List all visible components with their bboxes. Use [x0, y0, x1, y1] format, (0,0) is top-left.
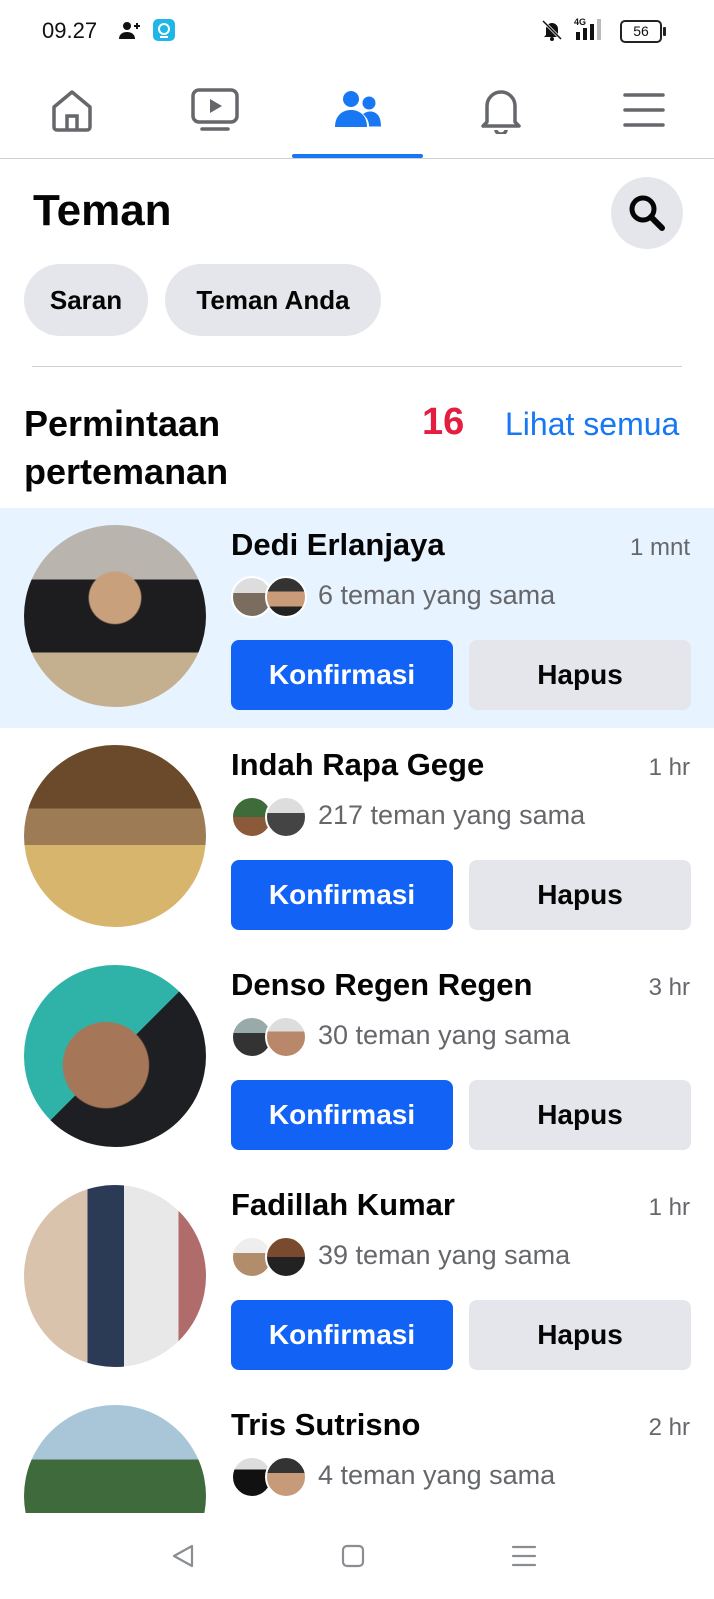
avatar[interactable] [24, 1185, 206, 1367]
tab-home[interactable] [0, 62, 143, 158]
recents-icon [511, 1545, 537, 1567]
requester-name[interactable]: Tris Sutrisno [231, 1407, 420, 1443]
delete-button[interactable]: Hapus [469, 860, 691, 930]
search-icon [629, 195, 665, 231]
mutual-friends-text: 4 teman yang sama [318, 1460, 556, 1490]
mutual-friends-avatars [231, 796, 307, 838]
divider [32, 366, 682, 367]
delete-button[interactable]: Hapus [469, 640, 691, 710]
requester-name[interactable]: Indah Rapa Gege [231, 747, 484, 783]
mutual-avatar [265, 1456, 307, 1498]
back-icon [172, 1544, 194, 1568]
page-title: Teman [33, 186, 172, 235]
request-row[interactable]: Indah Rapa Gege 1 hr 217 teman yang sama… [0, 728, 714, 948]
mutual-avatar [265, 796, 307, 838]
tab-friends[interactable] [286, 62, 429, 158]
friends-icon [334, 91, 381, 127]
chip-suggestions[interactable]: Saran [24, 264, 148, 336]
request-time: 1 hr [648, 1194, 690, 1221]
requester-name[interactable]: Denso Regen Regen [231, 967, 532, 1003]
see-all-link[interactable]: Lihat semua [505, 406, 679, 443]
mutual-friends-avatars [231, 1016, 307, 1058]
mute-bell-icon [540, 18, 564, 47]
avatar[interactable] [24, 965, 206, 1147]
confirm-button[interactable]: Konfirmasi [231, 860, 453, 930]
section-title: Permintaan pertemanan [24, 403, 229, 492]
mutual-avatar [265, 576, 307, 618]
request-count: 16 [422, 401, 465, 443]
mutual-avatar [265, 1016, 307, 1058]
menu-icon [622, 93, 665, 127]
avatar[interactable] [24, 525, 206, 707]
confirm-button[interactable]: Konfirmasi [231, 1300, 453, 1370]
confirm-button[interactable]: Konfirmasi [231, 1080, 453, 1150]
tab-notifications[interactable] [429, 62, 572, 158]
network-label: 4G [574, 17, 586, 27]
home-icon [51, 90, 92, 132]
system-navigation-bar [0, 1513, 714, 1599]
avatar[interactable] [24, 745, 206, 927]
tab-menu[interactable] [572, 62, 714, 158]
request-time: 2 hr [648, 1414, 690, 1441]
mutual-friends-avatars [231, 1456, 307, 1498]
mutual-friends-avatars [231, 576, 307, 618]
mutual-friends-avatars [231, 1236, 307, 1278]
video-icon [190, 88, 239, 131]
home-button[interactable] [338, 1541, 368, 1571]
bell-icon [480, 90, 521, 134]
signal-icon: 4G [572, 16, 606, 47]
request-time: 3 hr [648, 974, 690, 1001]
request-time: 1 mnt [629, 534, 690, 561]
request-row[interactable]: Fadillah Kumar 1 hr 39 teman yang sama K… [0, 1168, 714, 1388]
add-person-icon [118, 18, 142, 47]
mutual-friends-text: 6 teman yang sama [318, 580, 556, 610]
request-row[interactable]: Tris Sutrisno 2 hr 4 teman yang sama [0, 1388, 714, 1513]
square-icon [341, 1544, 365, 1568]
back-button[interactable] [168, 1541, 198, 1571]
top-navigation [0, 62, 714, 159]
app-notification-icon [152, 18, 176, 47]
status-bar: 09.27 4G 56 [0, 0, 714, 62]
chip-your-friends[interactable]: Teman Anda [165, 264, 381, 336]
delete-button[interactable]: Hapus [469, 1080, 691, 1150]
request-row[interactable]: Denso Regen Regen 3 hr 30 teman yang sam… [0, 948, 714, 1168]
requester-name[interactable]: Fadillah Kumar [231, 1187, 455, 1223]
battery-indicator: 56 [620, 20, 666, 43]
confirm-button[interactable]: Konfirmasi [231, 640, 453, 710]
avatar[interactable] [24, 1405, 206, 1513]
search-button[interactable] [611, 177, 683, 249]
tab-video[interactable] [143, 62, 286, 158]
active-tab-indicator [292, 154, 423, 158]
status-time: 09.27 [42, 18, 98, 43]
mutual-friends-text: 39 teman yang sama [318, 1240, 571, 1270]
delete-button[interactable]: Hapus [469, 1300, 691, 1370]
mutual-friends-text: 217 teman yang sama [318, 800, 586, 830]
requester-name[interactable]: Dedi Erlanjaya [231, 527, 445, 563]
request-row[interactable]: Dedi Erlanjaya 1 mnt 6 teman yang sama K… [0, 508, 714, 728]
request-time: 1 hr [648, 754, 690, 781]
recents-button[interactable] [509, 1541, 539, 1571]
mutual-avatar [265, 1236, 307, 1278]
mutual-friends-text: 30 teman yang sama [318, 1020, 571, 1050]
